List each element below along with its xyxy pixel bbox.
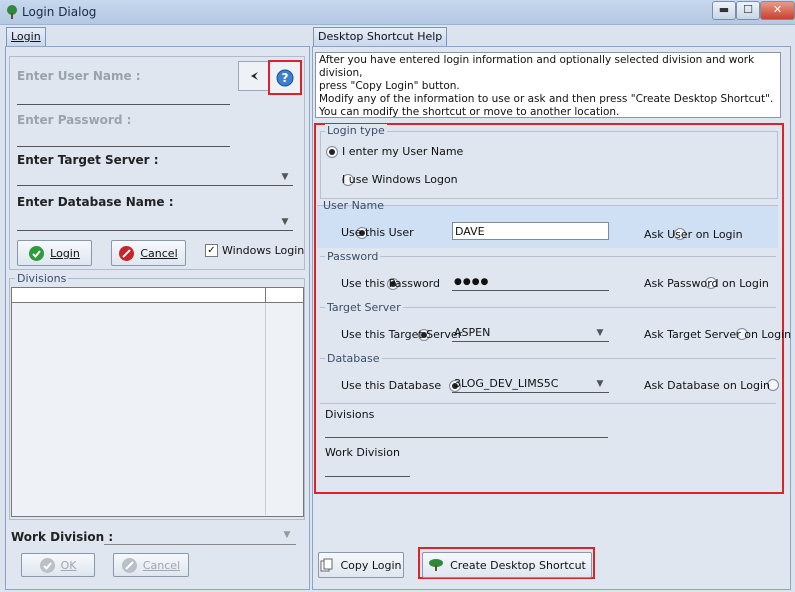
divisions-line <box>320 403 776 404</box>
password-value-input[interactable]: ●●●● <box>452 273 609 291</box>
arrow-left-icon <box>251 72 258 80</box>
target-server-label: Enter Target Server : <box>17 153 159 167</box>
check-icon <box>29 245 45 261</box>
user-name-group-label: User Name <box>323 199 385 212</box>
windows-login-checkbox[interactable]: ✓ <box>205 244 218 257</box>
user-name-label: Enter User Name : <box>17 69 141 83</box>
cancel-icon <box>119 245 135 261</box>
copy-login-label: Copy Login <box>340 558 402 572</box>
ask-database-label: Ask Database on Login <box>644 379 770 392</box>
tab-login[interactable]: Login <box>6 27 46 46</box>
help-button[interactable]: ? <box>268 60 302 95</box>
help-line-4: You can modify the shortcut or move to a… <box>319 106 620 118</box>
chevron-down-icon[interactable]: ▼ <box>277 170 293 184</box>
database-group-label: Database <box>325 352 382 365</box>
tab-login-label: Login <box>11 30 41 43</box>
minimize-button[interactable]: ▬ <box>712 1 736 20</box>
create-shortcut-label: Create Desktop Shortcut <box>450 558 586 572</box>
window-title: Login Dialog <box>22 5 97 19</box>
tree-icon <box>7 5 17 19</box>
ask-password-label: Ask Password on Login <box>644 277 769 290</box>
ok-button[interactable]: OK <box>21 553 95 577</box>
cancel-icon <box>121 557 137 573</box>
cancel-button[interactable]: Cancel <box>111 240 186 266</box>
cancel2-button[interactable]: Cancel <box>113 553 189 577</box>
copy-login-button[interactable]: Copy Login <box>318 552 404 578</box>
help-line-1: After you have entered login information… <box>319 54 755 79</box>
target-server-group-label: Target Server <box>325 301 403 314</box>
use-this-user-label: Use this User <box>341 226 414 239</box>
login-button[interactable]: Login <box>17 240 92 266</box>
work-division-label-right: Work Division <box>325 446 400 459</box>
maximize-button[interactable]: ☐ <box>736 1 760 20</box>
database-combo-right[interactable]: 3LOG_DEV_LIMS5C <box>452 375 609 393</box>
divisions-grid[interactable] <box>11 287 304 517</box>
create-desktop-shortcut-button[interactable]: Create Desktop Shortcut <box>422 552 592 578</box>
target-server-value: ASPEN <box>454 326 491 339</box>
close-button[interactable]: ✕ <box>760 1 795 20</box>
work-division-input-right[interactable] <box>325 476 410 477</box>
chevron-down-icon[interactable]: ▼ <box>592 377 608 391</box>
chevron-down-icon[interactable]: ▼ <box>279 528 295 542</box>
title-bar <box>0 0 795 25</box>
question-icon: ? <box>276 69 294 86</box>
use-this-target-server-label: Use this Target Server <box>341 328 463 341</box>
user-name-input[interactable] <box>17 104 230 105</box>
back-arrow-button[interactable] <box>238 61 270 91</box>
user-value-input[interactable]: DAVE <box>452 222 609 240</box>
chevron-down-icon[interactable]: ▼ <box>277 215 293 229</box>
target-server-combo[interactable] <box>17 185 293 186</box>
password-label: Enter Password : <box>17 113 132 127</box>
password-group-label: Password <box>325 250 381 263</box>
cancel-button-label: Cancel <box>140 246 178 260</box>
work-division-label: Work Division : <box>11 530 114 544</box>
divisions-input-right[interactable] <box>325 437 608 438</box>
divisions-label-right: Divisions <box>325 408 375 421</box>
login-type-option-1: I enter my User Name <box>342 145 464 158</box>
use-this-password-label: Use this Password <box>341 277 440 290</box>
database-combo[interactable] <box>17 230 293 231</box>
ok-button-label: OK <box>60 558 77 572</box>
radio-enter-user-name[interactable] <box>326 146 338 158</box>
database-value: 3LOG_DEV_LIMS5C <box>454 377 559 390</box>
divisions-group-label: Divisions <box>15 272 69 285</box>
tab-desktop-shortcut-help[interactable]: Desktop Shortcut Help <box>313 27 448 46</box>
login-type-group <box>320 131 778 199</box>
login-type-option-2: I use Windows Logon <box>342 173 458 186</box>
login-type-group-label: Login type <box>325 124 387 137</box>
tree-icon <box>429 559 444 571</box>
copy-icon <box>320 558 333 572</box>
check-icon <box>39 557 55 573</box>
windows-login-label: Windows Login <box>222 244 305 257</box>
help-line-3: Modify any of the information to use or … <box>319 93 774 105</box>
chevron-down-icon[interactable]: ▼ <box>592 326 608 340</box>
target-server-combo-right[interactable]: ASPEN <box>452 324 609 342</box>
work-division-combo[interactable] <box>104 544 296 545</box>
ask-target-server-label: Ask Target Server on Login <box>644 328 792 341</box>
ask-user-label: Ask User on Login <box>644 228 743 241</box>
help-line-2: press "Copy Login" button. <box>319 80 460 92</box>
tab-help-label: Desktop Shortcut Help <box>318 30 443 43</box>
database-label: Enter Database Name : <box>17 195 174 209</box>
login-button-label: Login <box>50 246 80 260</box>
password-input[interactable] <box>17 146 230 147</box>
help-text-box: After you have entered login information… <box>315 52 781 118</box>
database-group-line <box>320 358 776 359</box>
use-this-database-label: Use this Database <box>341 379 442 392</box>
svg-text:?: ? <box>282 71 289 85</box>
password-group-line <box>320 256 776 257</box>
cancel2-button-label: Cancel <box>142 558 181 572</box>
